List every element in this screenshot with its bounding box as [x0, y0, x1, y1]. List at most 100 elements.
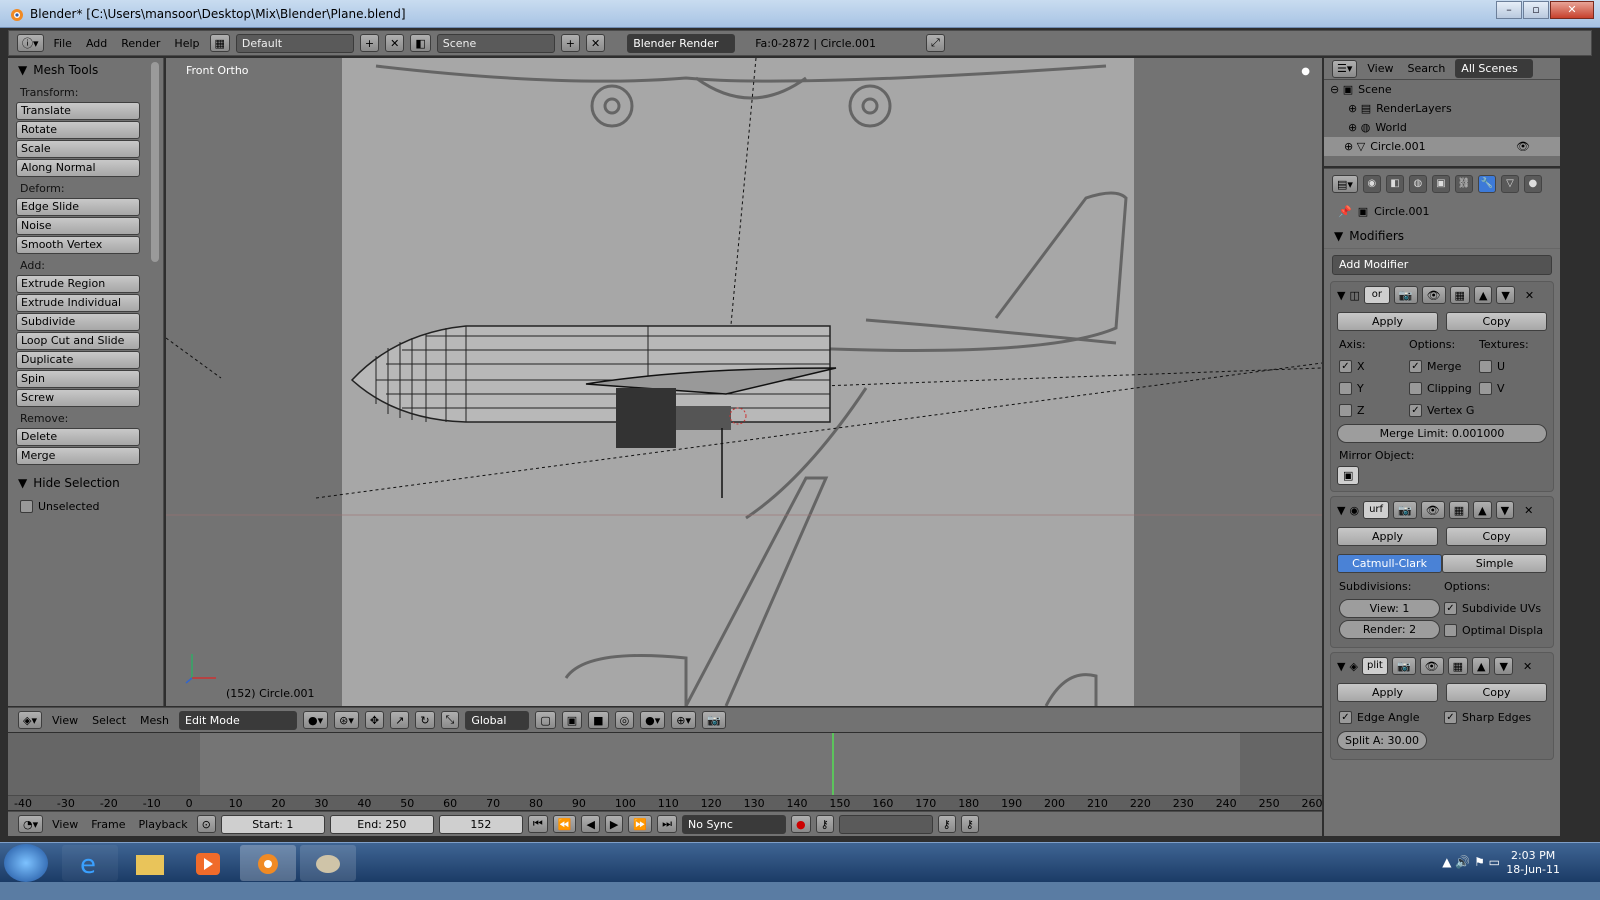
merge-button[interactable]: Merge [16, 447, 140, 465]
menu-file[interactable]: File [50, 37, 76, 50]
visibility-eye-icon[interactable]: 👁 [1516, 140, 1560, 153]
viewport-toggle-icon[interactable]: 👁 [1420, 501, 1445, 519]
mirror-object-field[interactable]: ▣ [1337, 466, 1360, 485]
outliner-item-scene[interactable]: ⊖ ▣ Scene [1324, 80, 1560, 99]
axis-z-checkbox[interactable]: Z [1339, 399, 1405, 421]
mesh-tools-header[interactable]: ▼ Mesh Tools [8, 58, 163, 82]
editor-type-button[interactable]: ⓘ▾ [17, 34, 44, 52]
manipulator-icon[interactable]: ✥ [364, 711, 385, 729]
move-down-icon[interactable]: ▼ [1494, 657, 1513, 675]
menu-select[interactable]: Select [88, 714, 130, 727]
subdivide-uvs-checkbox[interactable]: ✓ Subdivide UVs [1444, 597, 1545, 619]
modifiers-tab-icon[interactable]: 🔧 [1477, 175, 1496, 193]
pivot-point-icon[interactable]: ⊛▾ [334, 711, 359, 729]
screw-button[interactable]: Screw [16, 389, 140, 407]
timeline-menu-view[interactable]: View [48, 818, 82, 831]
timeline-area[interactable]: -40 -30 -20 -10 0 10 20 30 40 50 60 70 80 90 100 110 120… [8, 733, 1323, 810]
remove-layout-icon[interactable]: ✕ [385, 34, 405, 52]
viewport-editor-type-button[interactable]: ◈▾ [18, 711, 42, 729]
record-icon[interactable]: ● [790, 815, 811, 833]
delete-button[interactable]: Delete [16, 428, 140, 446]
current-frame-marker[interactable] [831, 733, 834, 795]
smooth-vertex-button[interactable]: Smooth Vertex [16, 236, 140, 254]
vertex-select-icon[interactable]: ▢ [535, 711, 556, 729]
face-select-icon[interactable]: ■ [588, 711, 609, 729]
along-normal-button[interactable]: Along Normal [16, 159, 140, 177]
viewport-toggle-icon[interactable]: 👁 [1419, 657, 1444, 675]
render-preview-icon[interactable]: 📷 [702, 711, 726, 729]
spin-button[interactable]: Spin [16, 370, 140, 388]
world-tab-icon[interactable]: ◍ [1408, 175, 1427, 193]
clipping-checkbox[interactable]: Clipping [1409, 377, 1475, 399]
snap-icon[interactable]: ⊕▾ [671, 711, 697, 729]
current-frame-field[interactable]: 152 [438, 814, 523, 834]
remove-modifier-icon[interactable]: ✕ [1523, 660, 1532, 673]
layout-field[interactable]: Default [235, 33, 354, 53]
mirror-modifier-name[interactable]: or [1363, 286, 1390, 304]
outliner-item-circle[interactable]: ⊕ ▽ Circle.001 👁 [1324, 137, 1560, 156]
axis-x-checkbox[interactable]: ✓ X [1339, 355, 1405, 377]
simple-button[interactable]: Simple [1442, 554, 1547, 573]
move-up-icon[interactable]: ▲ [1472, 657, 1491, 675]
editmode-toggle-icon[interactable]: ▦ [1448, 501, 1470, 519]
shading-mode-icon[interactable]: ●▾ [303, 711, 329, 729]
outliner-menu-search[interactable]: Search [1404, 62, 1450, 75]
viewport-corner-plus-icon[interactable]: ● [1301, 66, 1310, 77]
add-scene-icon[interactable]: + [560, 34, 580, 52]
translate-button[interactable]: Translate [16, 102, 140, 120]
keying-set-field[interactable] [838, 814, 933, 834]
delete-keyframe-icon[interactable]: ⚷ [960, 815, 979, 833]
use-preview-range-icon[interactable]: ⊙ [196, 815, 216, 833]
add-modifier-select[interactable]: Add Modifier [1332, 255, 1552, 275]
close-button[interactable]: ✕ [1550, 1, 1594, 19]
editmode-toggle-icon[interactable]: ▦ [1449, 286, 1470, 304]
vertex-groups-checkbox[interactable]: ✓ Vertex G [1409, 399, 1475, 421]
object-tab-icon[interactable]: ▣ [1431, 175, 1450, 193]
render-toggle-icon[interactable]: 📷 [1393, 286, 1418, 304]
layout-icon[interactable]: ▦ [209, 34, 230, 52]
split-angle-field[interactable]: Split A: 30.00 [1337, 731, 1427, 750]
play-reverse-icon[interactable]: ◀ [581, 815, 600, 833]
hide-selection-header[interactable]: ▼ Hide Selection [8, 471, 163, 495]
remove-modifier-icon[interactable]: ✕ [1525, 289, 1534, 302]
remove-modifier-icon[interactable]: ✕ [1524, 504, 1533, 517]
render-engine-select[interactable]: Blender Render [627, 33, 736, 53]
sharp-edges-checkbox[interactable]: ✓ Sharp Edges [1444, 706, 1545, 728]
noise-button[interactable]: Noise [16, 217, 140, 235]
axis-y-checkbox[interactable]: Y [1339, 377, 1405, 399]
remove-scene-icon[interactable]: ✕ [585, 34, 606, 52]
jump-start-icon[interactable]: ⏮ [527, 815, 548, 833]
insert-keyframe-icon[interactable]: ⚷ [937, 815, 956, 833]
tool-shelf-scrollbar[interactable] [151, 62, 159, 262]
texture-v-checkbox[interactable]: V [1479, 377, 1545, 399]
scene-field[interactable]: Scene [436, 33, 555, 53]
proportional-edit-icon[interactable]: ●▾ [640, 711, 666, 729]
pin-icon[interactable]: 📌 [1338, 205, 1352, 218]
subdivide-button[interactable]: Subdivide [16, 313, 140, 331]
timeline-menu-playback[interactable]: Playback [135, 818, 192, 831]
outliner-menu-view[interactable]: View [1363, 62, 1397, 75]
viewport-toggle-icon[interactable]: 👁 [1421, 286, 1446, 304]
move-down-icon[interactable]: ▼ [1496, 286, 1515, 304]
internet-explorer-icon[interactable]: e [62, 845, 118, 881]
expand-triangle-icon[interactable]: ▼ [1337, 504, 1345, 517]
explorer-folder-icon[interactable] [122, 845, 178, 881]
media-player-icon[interactable] [180, 845, 236, 881]
occlude-geometry-icon[interactable]: ◎ [614, 711, 635, 729]
menu-view[interactable]: View [48, 714, 82, 727]
texture-u-checkbox[interactable]: U [1479, 355, 1545, 377]
start-frame-field[interactable]: Start: 1 [220, 814, 325, 834]
edge-split-modifier-name[interactable]: plit [1361, 657, 1388, 675]
catmull-clark-button[interactable]: Catmull-Clark [1337, 554, 1442, 573]
translate-manipulator-icon[interactable]: ↗ [390, 711, 410, 729]
modifiers-section-header[interactable]: ▼ Modifiers [1324, 223, 1560, 249]
outliner-filter-select[interactable]: All Scenes [1455, 59, 1534, 78]
edge-slide-button[interactable]: Edge Slide [16, 198, 140, 216]
3d-viewport[interactable]: Front Ortho (152) Circle.001 ● [166, 58, 1322, 706]
outliner-item-world[interactable]: ⊕ ◍ World [1324, 118, 1560, 137]
expand-triangle-icon[interactable]: ▼ [1337, 289, 1345, 302]
split-copy-button[interactable]: Copy [1446, 683, 1547, 702]
maximize-button[interactable]: ▫ [1523, 1, 1549, 19]
menu-help[interactable]: Help [170, 37, 203, 50]
view-levels-field[interactable]: View: 1 [1339, 599, 1440, 618]
